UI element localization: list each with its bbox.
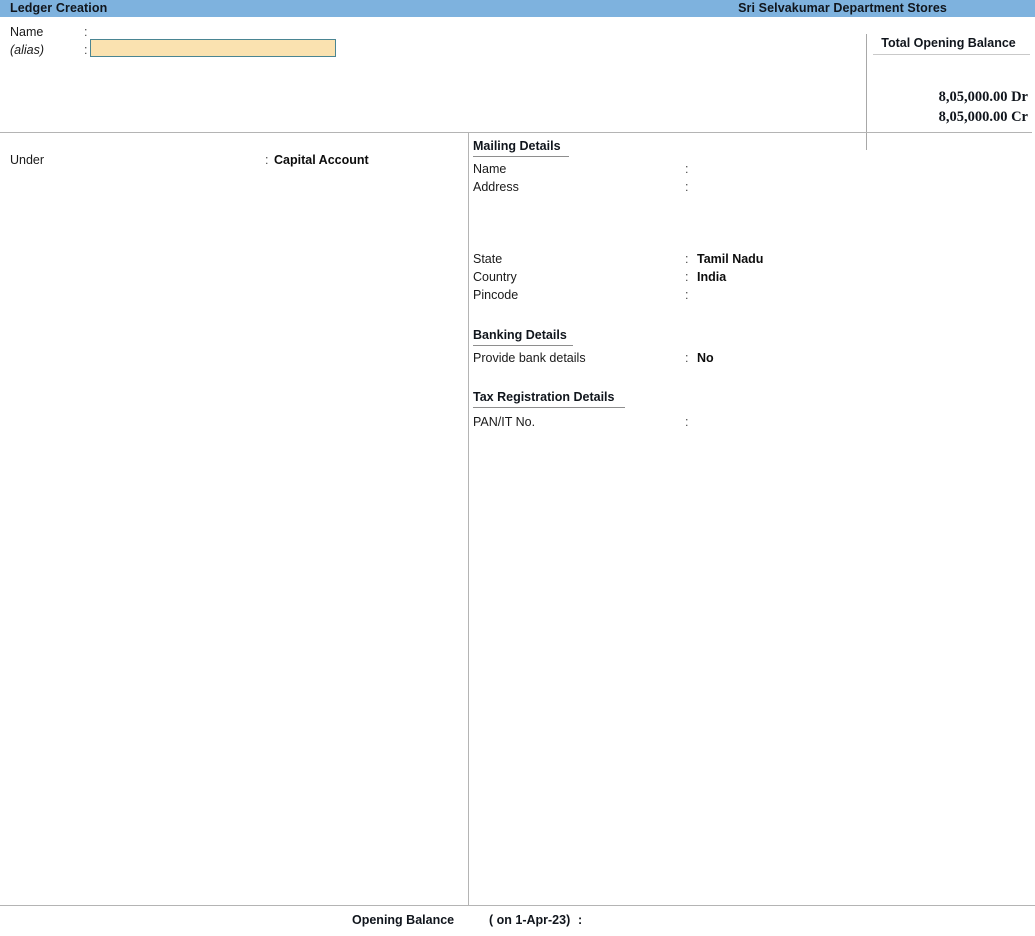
totals-heading-underline: [873, 54, 1030, 55]
name-colon: :: [84, 25, 88, 39]
pan-it-no-colon: :: [685, 415, 689, 429]
title-bar: Ledger Creation Sri Selvakumar Departmen…: [0, 0, 1035, 17]
opening-balance-colon: :: [578, 913, 583, 927]
ledger-body: Under : Capital Account Mailing Details …: [0, 133, 1035, 905]
ledger-header-form: Name : (alias) : Total Opening Balance 8…: [0, 17, 1035, 150]
mailing-country-value[interactable]: India: [697, 270, 726, 284]
total-opening-balance-heading: Total Opening Balance: [881, 36, 1016, 50]
under-colon: :: [265, 153, 269, 167]
banking-details-underline: [473, 345, 573, 346]
mailing-name-colon: :: [685, 162, 689, 176]
alias-label: (alias): [10, 43, 45, 57]
banking-details-heading: Banking Details: [473, 328, 567, 342]
tax-registration-details-heading: Tax Registration Details: [473, 390, 615, 404]
mailing-country-colon: :: [685, 270, 689, 284]
mailing-state-label: State: [473, 252, 503, 266]
tally-ledger-creation-screen: Ledger Creation Sri Selvakumar Departmen…: [0, 0, 1035, 936]
body-vertical-divider: [468, 133, 469, 905]
mailing-country-label: Country: [473, 270, 517, 284]
name-label: Name: [10, 25, 44, 39]
mailing-address-colon: :: [685, 180, 689, 194]
mailing-details-underline: [473, 156, 569, 157]
mailing-name-label: Name: [473, 162, 507, 176]
company-name: Sri Selvakumar Department Stores: [738, 1, 947, 15]
provide-bank-details-colon: :: [685, 351, 689, 365]
opening-balance-as-on: ( on 1-Apr-23): [489, 913, 571, 927]
under-label: Under: [10, 153, 45, 167]
mailing-pincode-colon: :: [685, 288, 689, 302]
under-value[interactable]: Capital Account: [274, 153, 369, 167]
mailing-pincode-label: Pincode: [473, 288, 519, 302]
total-opening-balance-debit: 8,05,000.00 Dr: [938, 89, 1028, 105]
mailing-details-heading: Mailing Details: [473, 139, 561, 153]
screen-title: Ledger Creation: [10, 1, 108, 15]
provide-bank-details-value[interactable]: No: [697, 351, 714, 365]
footer-rule: [0, 905, 1035, 906]
name-input[interactable]: [90, 39, 336, 57]
opening-balance-label: Opening Balance: [352, 913, 455, 927]
total-opening-balance-credit: 8,05,000.00 Cr: [938, 109, 1028, 125]
alias-colon: :: [84, 43, 88, 57]
mailing-state-value[interactable]: Tamil Nadu: [697, 252, 763, 266]
provide-bank-details-label: Provide bank details: [473, 351, 586, 365]
tax-registration-details-underline: [473, 407, 625, 408]
mailing-state-colon: :: [685, 252, 689, 266]
pan-it-no-label: PAN/IT No.: [473, 415, 536, 429]
mailing-address-label: Address: [473, 180, 519, 194]
